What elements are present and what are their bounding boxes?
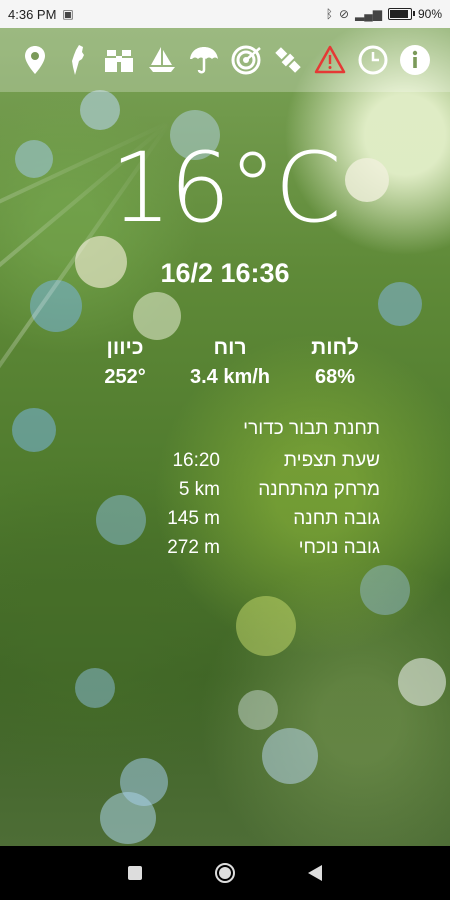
status-time: 4:36 PM [8,6,57,22]
binoculars-icon[interactable] [103,42,135,78]
current-elevation-label: גובה נוכחי [298,536,380,558]
bluetooth-icon: ᛒ [325,7,333,21]
radar-icon[interactable] [230,42,262,78]
station-row: 145 m גובה תחנה [150,504,380,533]
sailboat-icon[interactable] [146,42,178,78]
recents-button[interactable] [120,858,150,888]
station-row: 272 m גובה נוכחי [150,533,380,562]
umbrella-icon[interactable] [188,42,220,78]
observation-datetime: 16/2 16:36 [160,258,290,288]
station-row: 5 km מרחק מהתחנה [150,475,380,504]
temperature-display: 16°C [110,132,341,244]
back-button[interactable] [300,858,330,888]
distance-value: 5 km [178,478,220,500]
warning-icon[interactable] [314,42,346,78]
humidity-value: 68% [314,366,356,388]
direction-metric: כיוון 252° [90,336,160,389]
signal-icon: ▂▄▆ [355,7,382,21]
direction-value: 252° [104,366,146,388]
wind-label: רוח [213,336,247,359]
wind-metric: רוח 3.4 km/h [190,336,270,389]
observation-time-label: שעת תצפית [283,449,380,471]
location-pin-icon[interactable] [19,42,51,78]
observation-time-value: 16:20 [172,449,220,471]
home-button[interactable] [210,858,240,888]
toolbar [0,28,450,92]
satellite-icon[interactable] [272,42,304,78]
station-name: תחנת תבור כדורי [243,418,380,439]
navigation-bar [0,846,450,900]
station-info: תחנת תבור כדורי 16:20 שעת תצפית 5 km מרח… [150,418,380,562]
battery-percent: 90% [417,7,442,21]
current-elevation-value: 272 m [167,536,220,558]
distance-label: מרחק מהתחנה [258,478,380,500]
status-bar: 4:36 PM ▣ ᛒ ⊘ ▂▄▆ 90% [0,0,450,28]
israel-map-icon[interactable] [61,42,93,78]
wind-value: 3.4 km/h [189,366,271,388]
humidity-label: לחות [311,336,359,359]
weather-metrics: לחות 68% רוח 3.4 km/h כיוון 252° [90,336,370,389]
humidity-metric: לחות 68% [300,336,370,389]
direction-label: כיוון [106,336,144,359]
info-icon[interactable] [399,42,431,78]
image-icon: ▣ [62,7,74,21]
battery-icon [387,8,415,20]
clock-icon[interactable] [357,42,389,78]
mute-icon: ⊘ [338,7,349,21]
station-elevation-label: גובה תחנה [293,507,380,529]
station-row: 16:20 שעת תצפית [150,446,380,475]
station-elevation-value: 145 m [167,507,220,529]
